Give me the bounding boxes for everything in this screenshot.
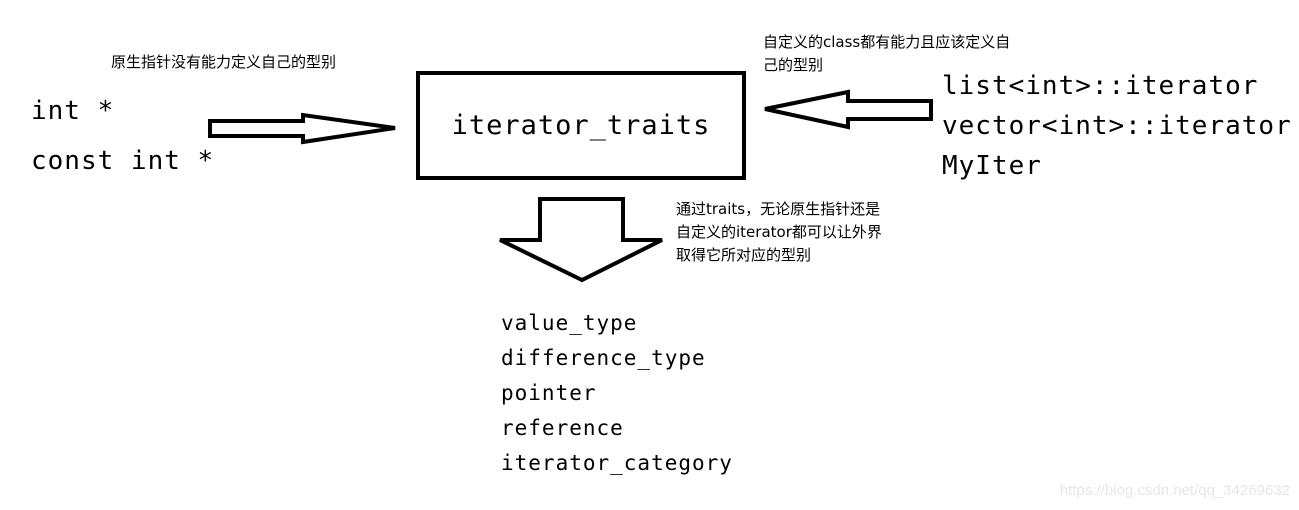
raw-pointer-item: const int * [31,146,215,176]
raw-pointer-list: int * const int * [31,93,214,179]
custom-iterator-item: list<int>::iterator [942,71,1259,101]
raw-pointer-note: 原生指针没有能力定义自己的型别 [111,53,337,71]
associated-type-item: value_type [501,311,638,335]
watermark: https://blog.csdn.net/qq_34269632 [1059,482,1290,499]
custom-class-note-line: 自定义的class都有能力且应该定义自 [763,33,1011,51]
traits-explanation-line: 自定义的iterator都可以让外界 [676,223,882,241]
arrow-right-icon [208,112,396,145]
traits-explanation-note: 通过traits，无论原生指针还是 自定义的iterator都可以让外界 取得它… [676,198,882,267]
associated-types-list: value_type difference_type pointer refer… [501,306,733,481]
associated-type-item: iterator_category [501,451,733,475]
associated-type-item: difference_type [501,346,706,370]
traits-explanation-line: 取得它所对应的型别 [676,246,812,264]
arrow-down-icon [499,197,663,283]
associated-type-item: pointer [501,381,597,405]
iterator-traits-box: iterator_traits [416,71,746,180]
custom-iterator-item: MyIter [942,151,1042,181]
arrow-left-icon [764,89,933,130]
traits-explanation-line: 通过traits，无论原生指针还是 [676,200,881,218]
raw-pointer-item: int * [31,96,115,126]
associated-type-item: reference [501,416,624,440]
custom-iterator-list: list<int>::iterator vector<int>::iterato… [942,68,1292,184]
iterator-traits-label: iterator_traits [451,110,711,141]
custom-iterator-item: vector<int>::iterator [942,111,1292,141]
